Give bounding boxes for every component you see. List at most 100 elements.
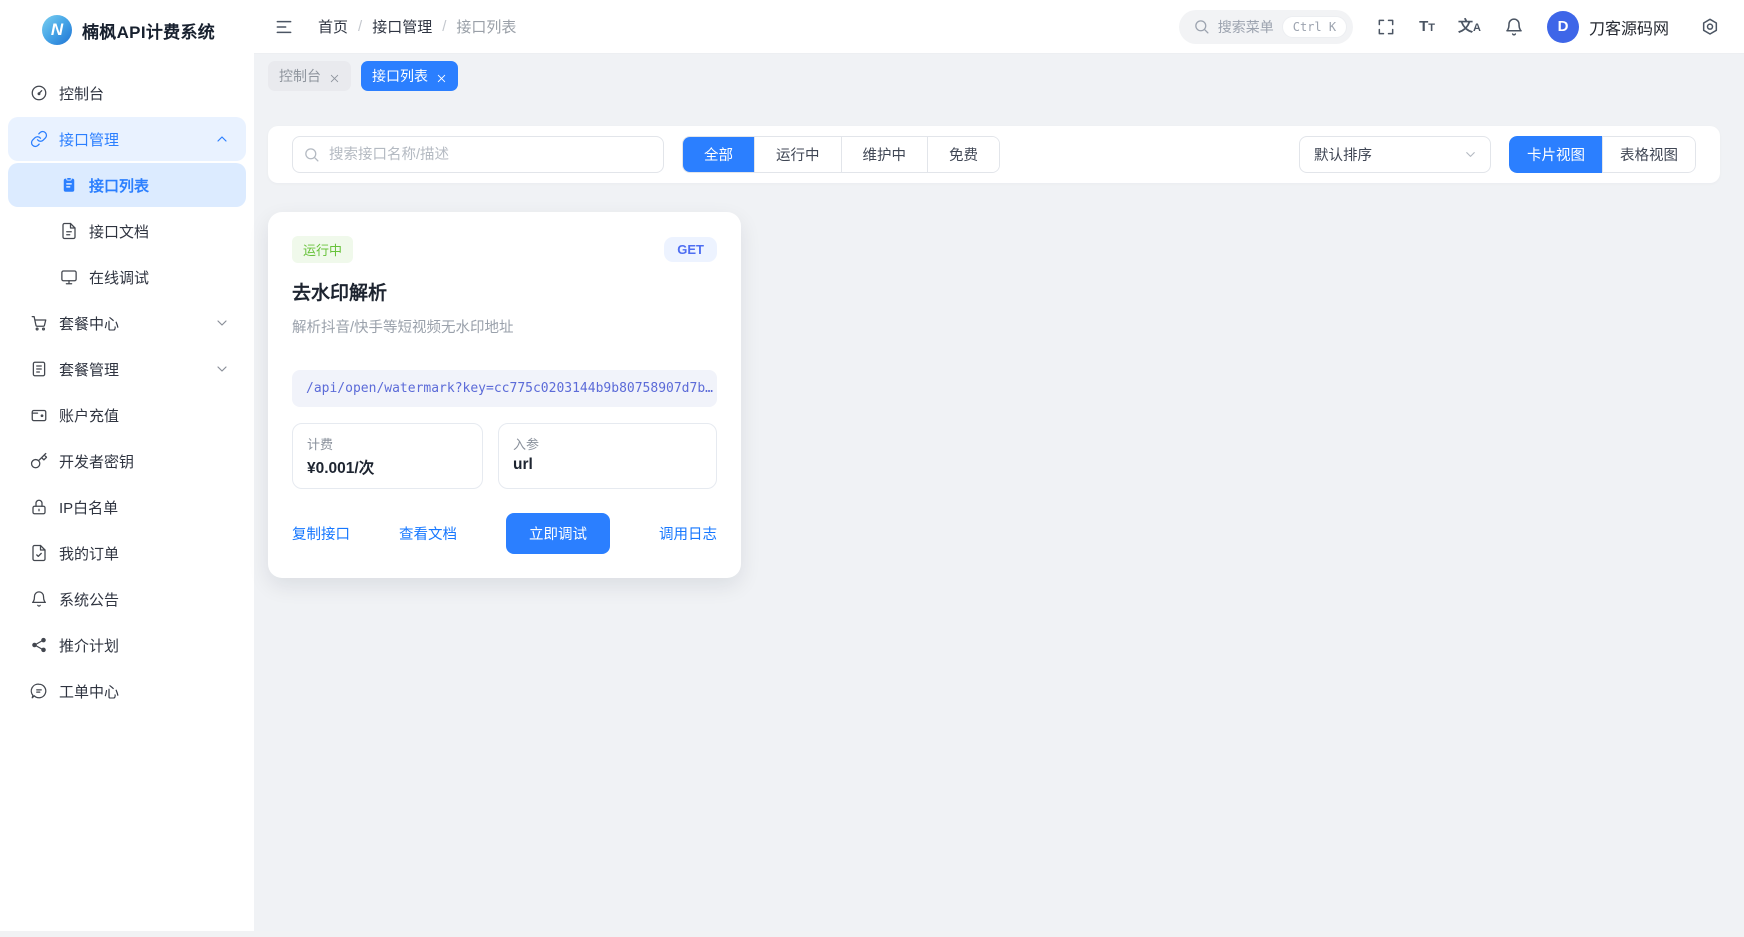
tab-api-list[interactable]: 接口列表	[361, 61, 458, 91]
card-badges-row: 运行中 GET	[292, 236, 717, 263]
api-search-input[interactable]	[292, 136, 664, 173]
breadcrumb-home[interactable]: 首页	[318, 16, 348, 37]
copy-api-button[interactable]: 复制接口	[292, 523, 350, 544]
view-docs-button[interactable]: 查看文档	[399, 523, 457, 544]
api-link-icon	[30, 130, 48, 148]
sidebar-item-my-orders[interactable]: 我的订单	[8, 531, 246, 575]
bell-icon	[30, 590, 48, 608]
sidebar-item-api-management[interactable]: 接口管理	[8, 117, 246, 161]
billing-value: ¥0.001/次	[307, 456, 468, 478]
settings-gear-icon[interactable]	[1700, 17, 1720, 37]
sidebar-item-label: IP白名单	[59, 497, 118, 518]
sidebar-item-dashboard[interactable]: 控制台	[8, 71, 246, 115]
user-name: 刀客源码网	[1589, 15, 1669, 39]
sidebar-item-label: 在线调试	[89, 267, 149, 288]
chat-ticket-icon	[30, 682, 48, 700]
order-check-icon	[30, 544, 48, 562]
list-document-icon	[30, 360, 48, 378]
breadcrumb-api-list: 接口列表	[456, 16, 516, 37]
font-size-icon[interactable]: TT	[1419, 19, 1435, 34]
api-title: 去水印解析	[292, 278, 717, 305]
status-filter-running[interactable]: 运行中	[754, 137, 841, 172]
param-info-box: 入参 url	[498, 423, 717, 489]
menu-search-button[interactable]: 搜索菜单 Ctrl K	[1179, 10, 1353, 44]
view-toggle-group: 卡片视图 表格视图	[1509, 136, 1696, 173]
monitor-icon	[60, 268, 78, 286]
document-icon	[60, 222, 78, 240]
sidebar-item-label: 工单中心	[59, 681, 119, 702]
sidebar-item-developer-keys[interactable]: 开发者密钥	[8, 439, 246, 483]
sidebar-item-label: 接口文档	[89, 221, 149, 242]
clipboard-icon	[60, 176, 78, 194]
sidebar-item-api-docs[interactable]: 接口文档	[8, 209, 246, 253]
debug-now-button[interactable]: 立即调试	[506, 513, 610, 554]
breadcrumb: 首页 / 接口管理 / 接口列表	[318, 16, 516, 37]
status-badge: 运行中	[292, 236, 353, 263]
tab-bar: 控制台 接口列表	[254, 54, 1744, 98]
param-value: url	[513, 456, 702, 474]
sidebar-item-ip-whitelist[interactable]: IP白名单	[8, 485, 246, 529]
api-endpoint[interactable]: /api/open/watermark?key=cc775c0203144b9b…	[292, 370, 717, 407]
breadcrumb-separator: /	[442, 18, 446, 35]
app-title: 楠枫API计费系统	[82, 18, 215, 43]
api-card: 运行中 GET 去水印解析 解析抖音/快手等短视频无水印地址 /api/open…	[268, 212, 741, 578]
key-icon	[30, 452, 48, 470]
param-label: 入参	[513, 434, 702, 453]
sidebar-item-label: 接口列表	[89, 175, 149, 196]
http-method-badge: GET	[664, 237, 717, 262]
avatar: D	[1547, 11, 1579, 43]
sidebar-item-online-debug[interactable]: 在线调试	[8, 255, 246, 299]
billing-label: 计费	[307, 434, 468, 453]
chevron-up-icon	[214, 131, 230, 147]
share-icon	[30, 636, 48, 654]
sidebar-item-label: 我的订单	[59, 543, 119, 564]
sidebar-item-package-management[interactable]: 套餐管理	[8, 347, 246, 391]
dashboard-icon	[30, 84, 48, 102]
breadcrumb-api-management[interactable]: 接口管理	[372, 16, 432, 37]
status-filter-all[interactable]: 全部	[683, 137, 754, 172]
top-header: 首页 / 接口管理 / 接口列表 搜索菜单 Ctrl K TT 文A D 刀客源…	[254, 0, 1744, 54]
sort-value: 默认排序	[1314, 144, 1372, 165]
collapse-sidebar-icon[interactable]	[274, 17, 294, 37]
api-info-row: 计费 ¥0.001/次 入参 url	[292, 423, 717, 489]
wallet-icon	[30, 406, 48, 424]
language-icon[interactable]: 文A	[1458, 19, 1481, 34]
card-actions: 复制接口 查看文档 立即调试 调用日志	[292, 513, 717, 554]
content-area: 全部 运行中 维护中 免费 默认排序 卡片视图 表格视图 运行中	[254, 98, 1744, 931]
menu-search-placeholder: 搜索菜单	[1218, 17, 1274, 37]
sidebar-item-account-recharge[interactable]: 账户充值	[8, 393, 246, 437]
sidebar: N 楠枫API计费系统 控制台 接口管理 接口列表 接口文档	[0, 0, 254, 931]
sidebar-item-referral[interactable]: 推介计划	[8, 623, 246, 667]
sidebar-item-label: 套餐中心	[59, 313, 119, 334]
tab-label: 接口列表	[372, 66, 428, 86]
billing-info-box: 计费 ¥0.001/次	[292, 423, 483, 489]
sidebar-nav: 控制台 接口管理 接口列表 接口文档 在线调试 套餐中心	[0, 71, 254, 713]
filter-bar: 全部 运行中 维护中 免费 默认排序 卡片视图 表格视图	[268, 126, 1720, 183]
status-filter-group: 全部 运行中 维护中 免费	[682, 136, 1000, 173]
sidebar-item-announcements[interactable]: 系统公告	[8, 577, 246, 621]
app-root: N 楠枫API计费系统 控制台 接口管理 接口列表 接口文档	[0, 0, 1744, 931]
user-menu[interactable]: D 刀客源码网	[1547, 11, 1669, 43]
notification-bell-icon[interactable]	[1504, 17, 1524, 37]
sidebar-item-api-list[interactable]: 接口列表	[8, 163, 246, 207]
sidebar-item-package-center[interactable]: 套餐中心	[8, 301, 246, 345]
sidebar-item-label: 账户充值	[59, 405, 119, 426]
breadcrumb-separator: /	[358, 18, 362, 35]
header-actions: 搜索菜单 Ctrl K TT 文A D 刀客源码网	[1179, 10, 1720, 44]
sort-dropdown[interactable]: 默认排序	[1299, 136, 1491, 173]
main-pane: 首页 / 接口管理 / 接口列表 搜索菜单 Ctrl K TT 文A D 刀客源…	[254, 0, 1744, 931]
card-view-button[interactable]: 卡片视图	[1509, 136, 1602, 173]
tab-dashboard[interactable]: 控制台	[268, 61, 351, 91]
fullscreen-icon[interactable]	[1376, 17, 1396, 37]
status-filter-free[interactable]: 免费	[927, 137, 999, 172]
close-icon[interactable]	[436, 71, 447, 82]
close-icon[interactable]	[329, 71, 340, 82]
call-logs-button[interactable]: 调用日志	[659, 523, 717, 544]
logo-icon: N	[42, 15, 72, 45]
chevron-down-icon	[1463, 147, 1478, 162]
status-filter-maintenance[interactable]: 维护中	[841, 137, 928, 172]
chevron-down-icon	[214, 315, 230, 331]
sidebar-item-tickets[interactable]: 工单中心	[8, 669, 246, 713]
table-view-button[interactable]: 表格视图	[1602, 136, 1696, 173]
search-shortcut-badge: Ctrl K	[1282, 16, 1347, 38]
